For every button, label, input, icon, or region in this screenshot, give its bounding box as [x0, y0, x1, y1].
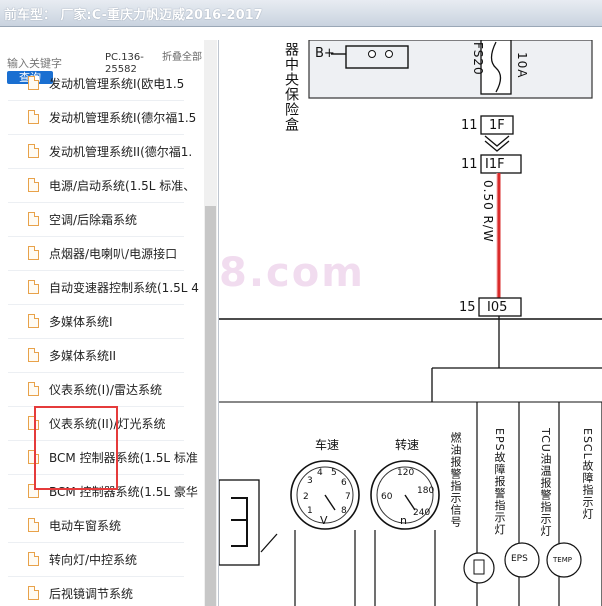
file-icon	[28, 110, 39, 124]
gauge-tick: 7	[345, 492, 351, 502]
gauge-tick: 240	[413, 508, 431, 518]
list-item[interactable]: 发动机管理系统II(德尔福1.	[8, 134, 192, 169]
eps-badge: EPS	[511, 554, 528, 564]
fuse-name-label: FS20	[471, 42, 485, 76]
list-item-label: 多媒体系统II	[49, 349, 117, 363]
list-item[interactable]: 转向灯/中控系统	[8, 542, 184, 577]
list-item-label: 转向灯/中控系统	[49, 553, 138, 567]
list-item-label: 多媒体系统I	[49, 315, 113, 329]
list-item-label: 电动车窗系统	[49, 519, 122, 533]
gauge-tick: 120	[397, 468, 415, 478]
list-item[interactable]: 仪表系统(I)/雷达系统	[8, 372, 184, 407]
conn3-name: I05	[487, 300, 508, 315]
sidebar-scrollbar[interactable]	[204, 40, 217, 606]
list-item[interactable]: 电动车窗系统	[8, 508, 184, 543]
digit-display	[219, 479, 260, 566]
conn1-pin: 11	[461, 118, 478, 133]
list-item-label: 后视镜调节系统	[49, 587, 134, 601]
list-item[interactable]: 发动机管理系统I(欧电1.5	[8, 66, 184, 101]
gauge-tick: 180	[417, 486, 435, 496]
list-item-label: 点烟器/电喇叭/电源接口	[49, 247, 178, 261]
wiring-diagram-view: 8.com B+ 器中央保险盒 FS20 10A 11 1F 11 I1F 0.…	[219, 40, 602, 606]
file-icon	[28, 178, 39, 192]
conn1-name: 1F	[489, 118, 505, 133]
file-icon	[28, 280, 39, 294]
file-icon	[28, 314, 39, 328]
sidebar: 输入关键字 查询 PC.136-25582 折叠全部 发动机管理系统I(欧电1.…	[0, 40, 219, 606]
file-icon	[28, 586, 39, 600]
file-icon	[28, 212, 39, 226]
indicator-fuel: 燃油报警指示信号	[449, 432, 462, 528]
fuse-box	[308, 40, 593, 99]
gauge-tick: 4	[317, 468, 323, 478]
file-icon	[28, 552, 39, 566]
list-item[interactable]: 后视镜调节系统	[8, 576, 184, 606]
list-item-label: 自动变速器控制系统(1.5L 4	[49, 281, 199, 295]
conn3-pin: 15	[459, 300, 476, 315]
gauge-tick: 3	[307, 476, 313, 486]
list-item[interactable]: 空调/后除霜系统	[8, 202, 184, 237]
gauge-tick: 6	[341, 478, 347, 488]
tree-list: 发动机管理系统I(欧电1.5 发动机管理系统I(德尔福1.5 发动机管理系统II…	[8, 76, 204, 606]
tach-label: 车速	[315, 438, 340, 452]
temp-badge: TEMP	[553, 556, 572, 564]
wire-label: 0.50 R/W	[481, 180, 495, 243]
gauge-n-label: n	[400, 514, 407, 527]
speed-label: 转速	[395, 438, 420, 452]
window-titlebar: 前车型： 厂家:C-重庆力帆迈威2016-2017	[0, 0, 602, 27]
conn2-pin: 11	[461, 157, 478, 172]
indicator-escl: ESCL故障指示灯	[581, 428, 594, 520]
list-item[interactable]: 多媒体系统I	[8, 304, 184, 339]
scrollbar-thumb[interactable]	[205, 206, 216, 606]
list-item[interactable]: 自动变速器控制系统(1.5L 4	[8, 270, 199, 305]
list-item-label: 空调/后除霜系统	[49, 213, 138, 227]
file-icon	[28, 518, 39, 532]
list-item[interactable]: 发动机管理系统I(德尔福1.5	[8, 100, 196, 135]
gauge-tick: 2	[303, 492, 309, 502]
list-item[interactable]: 电源/启动系统(1.5L 标准、	[8, 168, 195, 203]
gauge-v-label: V	[320, 514, 328, 527]
conn2-name: I1F	[485, 157, 505, 172]
fuse-rating-label: 10A	[515, 52, 529, 79]
gauge-tick: 8	[341, 506, 347, 516]
gauge-tick: 60	[381, 492, 393, 502]
list-item-label: 发动机管理系统I(德尔福1.5	[49, 111, 197, 125]
window-title: 前车型： 厂家:C-重庆力帆迈威2016-2017	[4, 8, 263, 23]
gauge-tick: 1	[307, 506, 313, 516]
list-item[interactable]: 点烟器/电喇叭/电源接口	[8, 236, 184, 271]
file-icon	[28, 76, 39, 90]
fuse-box-label: 器中央保险盒	[283, 42, 299, 132]
highlight-box	[34, 406, 118, 490]
gauge-tick: 5	[331, 468, 337, 478]
indicator-tcu: TCU油温报警指示灯	[539, 428, 552, 537]
b-plus-label: B+	[315, 46, 335, 61]
list-item[interactable]: 多媒体系统II	[8, 338, 184, 373]
file-icon	[28, 144, 39, 158]
file-icon	[28, 246, 39, 260]
fuel-warning-icon	[463, 552, 495, 584]
fuse-fs20	[480, 40, 512, 95]
list-item-label: 发动机管理系统I(欧电1.5	[49, 77, 185, 91]
list-item-label: 电源/启动系统(1.5L 标准、	[49, 179, 196, 193]
file-icon	[28, 382, 39, 396]
list-item-label: 发动机管理系统II(德尔福1.	[49, 145, 193, 159]
file-icon	[28, 348, 39, 362]
indicator-eps: EPS故障报警指示灯	[493, 428, 506, 536]
list-item-label: 仪表系统(I)/雷达系统	[49, 383, 162, 397]
